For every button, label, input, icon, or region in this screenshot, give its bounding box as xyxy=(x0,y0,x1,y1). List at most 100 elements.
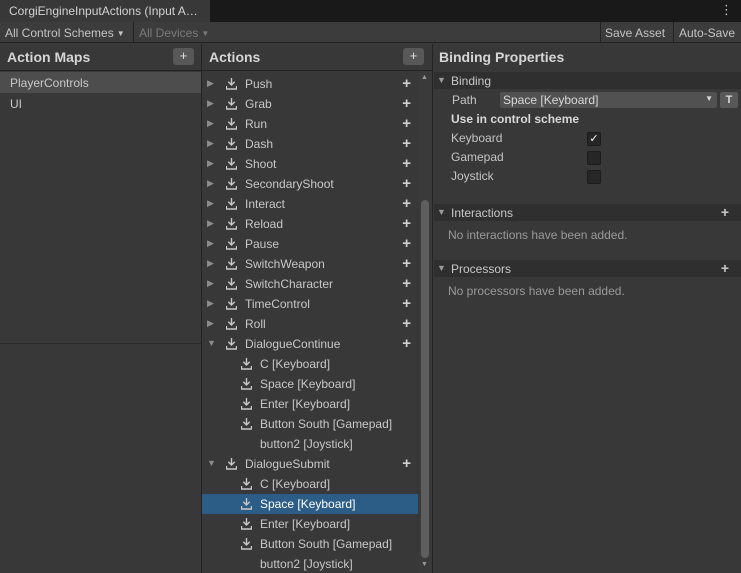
add-processor-button[interactable]: + xyxy=(721,260,729,276)
foldout-closed-icon[interactable]: ▶ xyxy=(207,118,214,129)
action-icon xyxy=(225,458,238,470)
scheme-checkbox[interactable]: ✓ xyxy=(587,132,601,146)
binding-row[interactable]: button2 [Joystick] xyxy=(202,434,418,454)
binding-row[interactable]: Button South [Gamepad] xyxy=(202,534,418,554)
binding-row[interactable]: button2 [Joystick] xyxy=(202,554,418,573)
add-binding-icon[interactable]: + xyxy=(402,315,411,332)
foldout-closed-icon[interactable]: ▶ xyxy=(207,238,214,249)
binding-section-label: Binding xyxy=(451,74,492,88)
add-interaction-button[interactable]: + xyxy=(721,204,729,220)
add-binding-icon[interactable]: + xyxy=(402,275,411,292)
action-row[interactable]: ▶ SwitchCharacter + xyxy=(202,274,418,294)
window-tab[interactable]: CorgiEngineInputActions (Input A… xyxy=(0,0,210,22)
foldout-closed-icon[interactable]: ▶ xyxy=(207,258,214,269)
foldout-closed-icon[interactable]: ▶ xyxy=(207,318,214,329)
processors-section-header[interactable]: ▼ Processors + xyxy=(434,260,741,277)
actions-scrollbar-thumb[interactable] xyxy=(421,200,429,558)
action-row[interactable]: ▶ Reload + xyxy=(202,214,418,234)
foldout-closed-icon[interactable]: ▶ xyxy=(207,218,214,229)
action-label: Reload xyxy=(245,217,284,231)
action-row[interactable]: ▶ Interact + xyxy=(202,194,418,214)
scroll-down-icon[interactable]: ▼ xyxy=(421,561,428,568)
path-dropdown[interactable]: Space [Keyboard] ▼ xyxy=(500,92,717,108)
action-row[interactable]: ▶ Grab + xyxy=(202,94,418,114)
foldout-open-icon[interactable]: ▼ xyxy=(207,338,216,348)
action-row[interactable]: ▶ Dash + xyxy=(202,134,418,154)
add-binding-icon[interactable]: + xyxy=(402,135,411,152)
add-binding-icon[interactable]: + xyxy=(402,75,411,92)
binding-row[interactable]: Button South [Gamepad] xyxy=(202,414,418,434)
toolbar: All Control Schemes ▼ All Devices ▼ Save A… xyxy=(0,22,741,43)
add-binding-icon[interactable]: + xyxy=(402,215,411,232)
add-binding-icon[interactable]: + xyxy=(402,335,411,352)
foldout-closed-icon[interactable]: ▶ xyxy=(207,298,214,309)
action-label: Run xyxy=(245,117,268,131)
action-label: Interact xyxy=(245,197,286,211)
checkmark-icon: ✓ xyxy=(589,133,599,145)
add-binding-icon[interactable]: + xyxy=(402,255,411,272)
action-row[interactable]: ▶ Roll + xyxy=(202,314,418,334)
path-value: Space [Keyboard] xyxy=(503,93,599,107)
save-asset-button[interactable]: Save Asset xyxy=(600,22,665,43)
add-binding-icon[interactable]: + xyxy=(402,295,411,312)
action-row[interactable]: ▶ Run + xyxy=(202,114,418,134)
text-mode-button[interactable]: T xyxy=(720,92,738,108)
foldout-closed-icon[interactable]: ▶ xyxy=(207,198,214,209)
action-label: DialogueSubmit xyxy=(245,457,330,471)
interactions-section-header[interactable]: ▼ Interactions + xyxy=(434,204,741,221)
binding-row[interactable]: C [Keyboard] xyxy=(202,354,418,374)
foldout-closed-icon[interactable]: ▶ xyxy=(207,78,214,89)
foldout-closed-icon[interactable]: ▶ xyxy=(207,278,214,289)
action-icon xyxy=(225,118,238,130)
action-icon xyxy=(225,138,238,150)
foldout-closed-icon[interactable]: ▶ xyxy=(207,138,214,149)
action-row[interactable]: ▶ SecondaryShoot + xyxy=(202,174,418,194)
action-row[interactable]: ▶ Pause + xyxy=(202,234,418,254)
add-action-map-button[interactable]: + xyxy=(173,48,194,65)
foldout-closed-icon[interactable]: ▶ xyxy=(207,158,214,169)
scheme-checkbox[interactable] xyxy=(587,170,601,184)
binding-row[interactable]: Space [Keyboard] xyxy=(202,494,418,514)
scroll-up-icon[interactable]: ▲ xyxy=(421,74,428,81)
add-binding-icon[interactable]: + xyxy=(402,155,411,172)
action-label: DialogueContinue xyxy=(245,337,341,351)
action-row[interactable]: ▶ Push + xyxy=(202,74,418,94)
control-schemes-label: All Control Schemes xyxy=(5,26,114,40)
action-row[interactable]: ▶ Shoot + xyxy=(202,154,418,174)
devices-dropdown[interactable]: All Devices ▼ xyxy=(134,22,209,43)
binding-icon xyxy=(240,518,253,530)
add-binding-icon[interactable]: + xyxy=(402,115,411,132)
binding-row[interactable]: C [Keyboard] xyxy=(202,474,418,494)
action-map-item[interactable]: UI xyxy=(0,93,201,114)
control-schemes-dropdown[interactable]: All Control Schemes ▼ xyxy=(0,22,125,43)
auto-save-toggle[interactable]: Auto-Save xyxy=(674,22,735,43)
action-icon xyxy=(225,318,238,330)
action-row[interactable]: ▶ TimeControl + xyxy=(202,294,418,314)
add-binding-icon[interactable]: + xyxy=(402,175,411,192)
binding-row[interactable]: Enter [Keyboard] xyxy=(202,394,418,414)
chevron-down-icon: ▼ xyxy=(116,29,125,38)
add-action-button[interactable]: + xyxy=(403,48,424,65)
kebab-icon[interactable]: ⋮ xyxy=(720,3,733,17)
devices-label: All Devices xyxy=(139,26,199,40)
foldout-closed-icon[interactable]: ▶ xyxy=(207,178,214,189)
add-binding-icon[interactable]: + xyxy=(402,195,411,212)
add-binding-icon[interactable]: + xyxy=(402,455,411,472)
scheme-checkbox[interactable] xyxy=(587,151,601,165)
action-maps-title: Action Maps xyxy=(7,49,91,65)
action-row[interactable]: ▶ SwitchWeapon + xyxy=(202,254,418,274)
binding-section-header[interactable]: ▼ Binding xyxy=(434,72,741,89)
action-row[interactable]: ▼ DialogueSubmit + xyxy=(202,454,418,474)
binding-row[interactable]: Space [Keyboard] xyxy=(202,374,418,394)
processors-section-label: Processors xyxy=(451,262,512,276)
foldout-closed-icon[interactable]: ▶ xyxy=(207,98,214,109)
binding-row[interactable]: Enter [Keyboard] xyxy=(202,514,418,534)
action-icon xyxy=(225,158,238,170)
action-map-item[interactable]: PlayerControls xyxy=(0,72,201,93)
add-binding-icon[interactable]: + xyxy=(402,95,411,112)
binding-label: C [Keyboard] xyxy=(260,357,331,371)
binding-label: Enter [Keyboard] xyxy=(260,397,351,411)
foldout-open-icon[interactable]: ▼ xyxy=(207,458,216,468)
action-row[interactable]: ▼ DialogueContinue + xyxy=(202,334,418,354)
add-binding-icon[interactable]: + xyxy=(402,235,411,252)
